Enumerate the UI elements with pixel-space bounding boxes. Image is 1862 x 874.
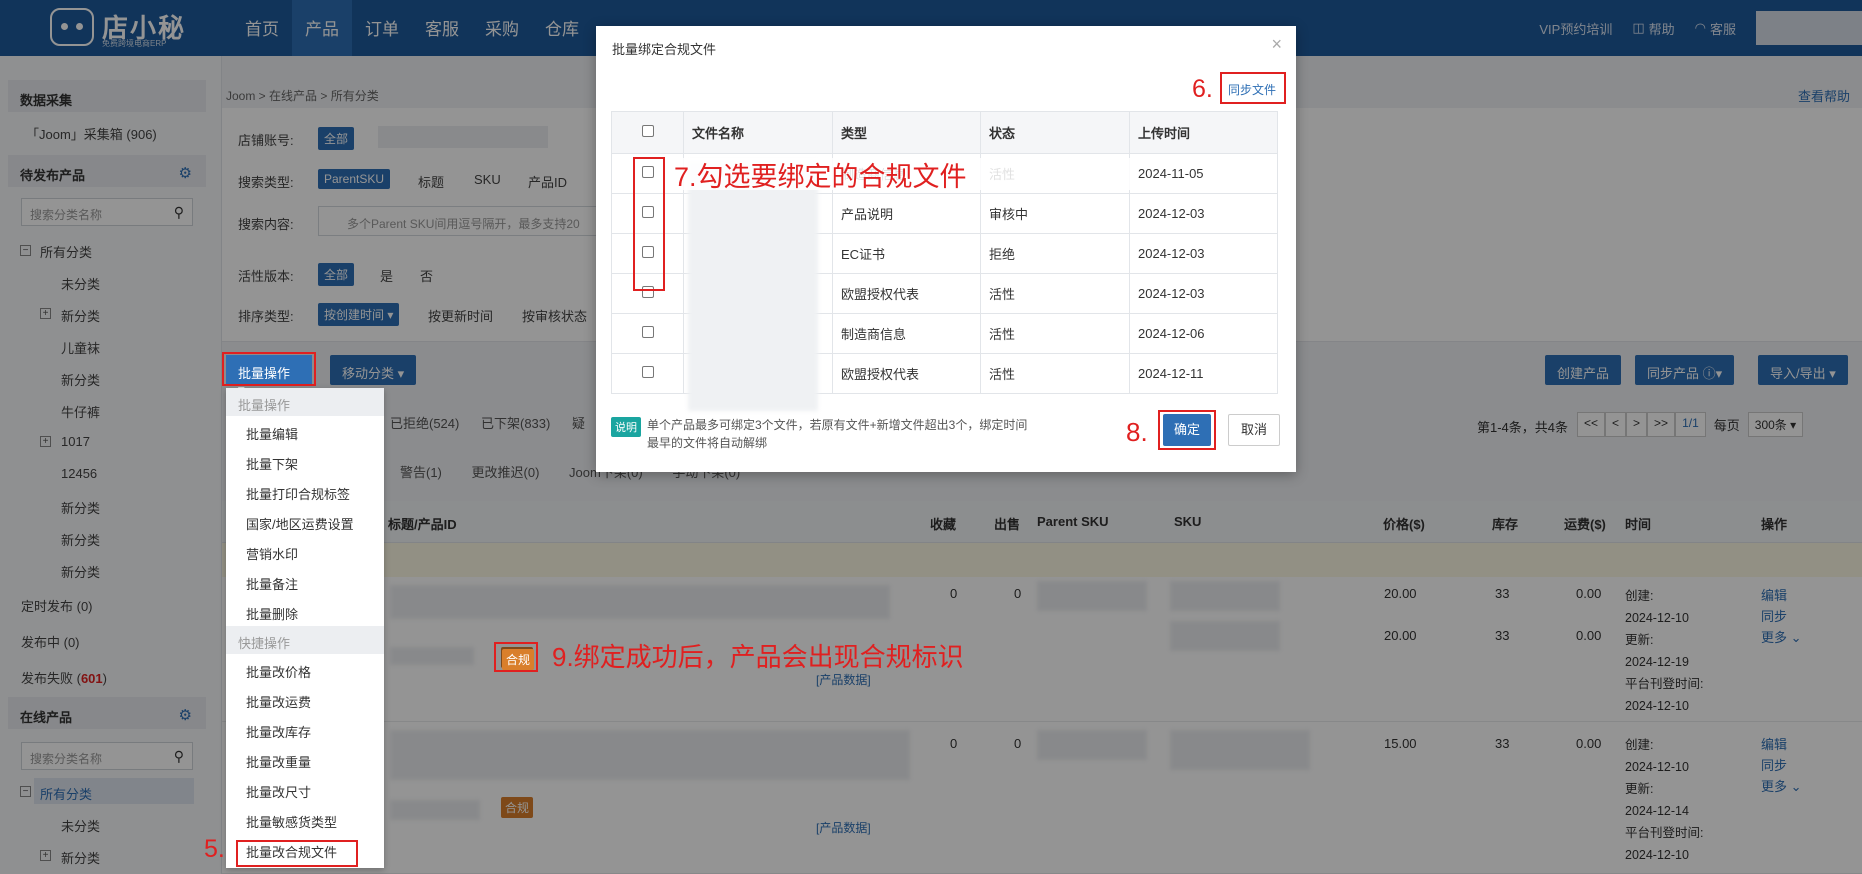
file-date: 2024-12-03	[1129, 233, 1278, 274]
menu-item[interactable]: 批量备注	[226, 566, 384, 596]
dialog-title: 批量绑定合规文件	[612, 42, 717, 57]
file-date: 2024-12-11	[1129, 353, 1278, 394]
dropdown-group-batch: 批量操作	[226, 388, 384, 416]
menu-item[interactable]: 批量改库存	[226, 714, 384, 744]
file-type: 制造商信息	[832, 313, 981, 354]
sync-files-link[interactable]: 同步文件	[1228, 81, 1276, 98]
highlight-box	[222, 352, 316, 386]
select-all-checkbox[interactable]	[641, 125, 654, 137]
file-status: 活性	[980, 353, 1130, 394]
th-type: 类型	[832, 111, 981, 154]
step-7-label: 7.勾选要绑定的合规文件	[674, 162, 967, 192]
filenames-blurred	[688, 161, 818, 411]
step-9-label: 9.绑定成功后，产品会出现合规标识	[552, 642, 964, 672]
menu-item[interactable]: 批量改价格	[226, 654, 384, 684]
menu-item[interactable]: 批量打印合规标签	[226, 476, 384, 506]
file-status: 审核中	[980, 193, 1130, 234]
cancel-button[interactable]: 取消	[1228, 414, 1280, 446]
confirm-button[interactable]: 确定	[1163, 414, 1211, 446]
file-type: EC证书	[832, 233, 981, 274]
file-status: 活性	[980, 273, 1130, 314]
file-type: 产品说明	[832, 193, 981, 234]
file-date: 2024-12-03	[1129, 193, 1278, 234]
step-5-label: 5.	[204, 835, 225, 863]
file-type: 欧盟授权代表	[832, 353, 981, 394]
table-header-row: 文件名称 类型 状态 上传时间	[611, 111, 1278, 154]
menu-item[interactable]: 国家/地区运费设置	[226, 506, 384, 536]
th-status: 状态	[980, 111, 1130, 154]
select-all-cell	[611, 111, 684, 154]
batch-dropdown-menu: 批量操作 批量编辑 批量下架 批量打印合规标签 国家/地区运费设置 营销水印 批…	[226, 388, 384, 868]
checkbox-cell	[611, 313, 684, 354]
menu-item[interactable]: 批量改尺寸	[226, 774, 384, 804]
highlight-box	[236, 840, 358, 867]
compliance-tag-highlight: 合规	[502, 649, 535, 670]
file-date: 2024-12-06	[1129, 313, 1278, 354]
row-checkbox[interactable]	[641, 366, 654, 378]
note-text: 单个产品最多可绑定3个文件，若原有文件+新增文件超出3个，绑定时间最早的文件将自…	[647, 418, 1028, 450]
th-upload-time: 上传时间	[1129, 111, 1278, 154]
file-type: 欧盟授权代表	[832, 273, 981, 314]
dropdown-group-quick: 快捷操作	[226, 626, 384, 654]
menu-item[interactable]: 批量改重量	[226, 744, 384, 774]
menu-item[interactable]: 批量删除	[226, 596, 384, 626]
file-status: 活性	[980, 313, 1130, 354]
menu-item[interactable]: 批量编辑	[226, 416, 384, 446]
step-8-label: 8.	[1126, 417, 1148, 447]
note-badge: 说明	[611, 417, 641, 437]
file-date: 2024-12-03	[1129, 273, 1278, 314]
menu-item[interactable]: 营销水印	[226, 536, 384, 566]
highlight-box	[633, 157, 665, 291]
file-date: 2024-11-05	[1129, 153, 1278, 194]
close-icon[interactable]: ×	[1271, 34, 1282, 55]
th-filename: 文件名称	[683, 111, 833, 154]
menu-item[interactable]: 批量下架	[226, 446, 384, 476]
menu-item[interactable]: 批量改运费	[226, 684, 384, 714]
menu-item[interactable]: 批量敏感货类型	[226, 804, 384, 834]
bind-compliance-dialog: 批量绑定合规文件 × 6. 同步文件 文件名称 类型 状态 上传时间 制造商信息…	[596, 26, 1296, 472]
row-checkbox[interactable]	[641, 326, 654, 338]
checkbox-cell	[611, 353, 684, 394]
file-status: 拒绝	[980, 233, 1130, 274]
step-6-label: 6.	[1192, 75, 1213, 103]
